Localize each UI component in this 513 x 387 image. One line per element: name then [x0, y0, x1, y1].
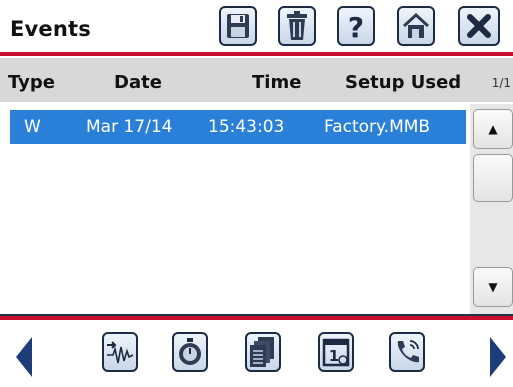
- column-date: Date: [114, 72, 162, 93]
- timer-icon: [179, 338, 201, 365]
- documents-icon: [250, 337, 274, 367]
- table-header: Type Date Time Setup Used 1/1: [0, 58, 513, 102]
- cell-date: Mar 17/14: [86, 117, 173, 137]
- column-time: Time: [252, 72, 302, 93]
- calendar-button[interactable]: 1: [318, 332, 354, 372]
- cell-type: W: [24, 117, 41, 137]
- scroll-down-button[interactable]: ▼: [473, 267, 513, 307]
- cell-setup-used: Factory.MMB: [324, 117, 431, 137]
- help-icon: ?: [348, 11, 364, 41]
- help-button[interactable]: ?: [337, 6, 375, 46]
- table-row[interactable]: W Mar 17/14 15:43:03 Factory.MMB: [10, 110, 466, 144]
- timer-button[interactable]: [172, 332, 208, 372]
- export-waveform-button[interactable]: [102, 332, 138, 372]
- close-button[interactable]: [458, 6, 500, 46]
- arrow-right-icon[interactable]: [488, 335, 508, 379]
- column-setup-used: Setup Used: [345, 72, 462, 93]
- scroll-thumb[interactable]: [473, 154, 513, 202]
- trash-icon: [287, 11, 307, 40]
- header-divider: [0, 52, 513, 56]
- event-list: W Mar 17/14 15:43:03 Factory.MMB: [0, 104, 470, 314]
- waveform-export-icon: [107, 341, 134, 364]
- cell-time: 15:43:03: [208, 117, 285, 137]
- scrollbar[interactable]: ▲ ▼: [470, 104, 513, 314]
- save-icon: [227, 14, 249, 38]
- home-button[interactable]: [397, 6, 435, 46]
- home-icon: [402, 12, 430, 38]
- documents-button[interactable]: [245, 332, 281, 372]
- phone-icon: [397, 340, 419, 363]
- close-icon: [467, 14, 491, 38]
- triangle-up-icon: ▲: [488, 122, 498, 136]
- calendar-icon: 1: [322, 338, 350, 367]
- svg-text:?: ?: [348, 11, 364, 41]
- page-title: Events: [10, 17, 91, 41]
- page-indicator: 1/1: [491, 76, 511, 90]
- phone-button[interactable]: [389, 332, 425, 372]
- svg-text:1: 1: [329, 347, 339, 365]
- triangle-down-icon: ▼: [488, 280, 498, 294]
- title-bar: Events ?: [0, 0, 513, 50]
- delete-button[interactable]: [278, 6, 316, 46]
- scroll-up-button[interactable]: ▲: [473, 109, 513, 149]
- arrow-left-icon[interactable]: [14, 335, 34, 379]
- column-type: Type: [8, 72, 55, 93]
- save-button[interactable]: [219, 6, 257, 46]
